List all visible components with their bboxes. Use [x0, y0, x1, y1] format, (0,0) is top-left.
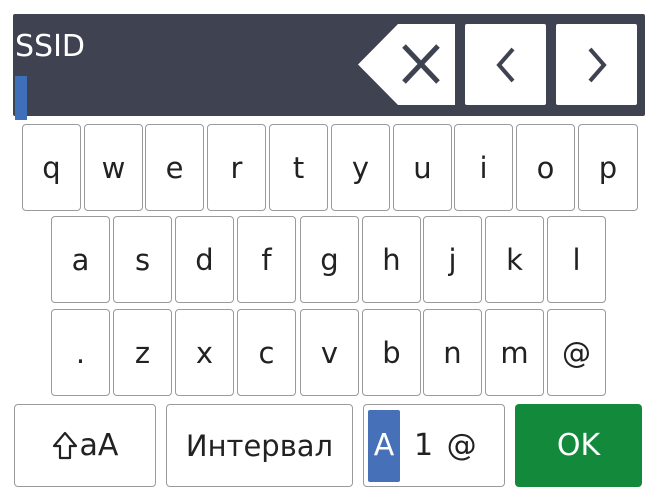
key-period[interactable]: . [51, 309, 110, 396]
key-at[interactable]: @ [547, 309, 606, 396]
key-e[interactable]: e [145, 124, 204, 211]
ok-button[interactable]: OK [515, 404, 642, 487]
key-v[interactable]: v [300, 309, 359, 396]
key-w[interactable]: w [84, 124, 143, 211]
chevron-right-icon [587, 47, 607, 82]
key-i[interactable]: i [454, 124, 513, 211]
text-cursor [15, 76, 27, 120]
key-f[interactable]: f [237, 216, 296, 303]
space-button[interactable]: Интервал [166, 404, 353, 487]
shift-label: aA [79, 428, 119, 463]
key-h[interactable]: h [362, 216, 421, 303]
field-label: SSID [15, 29, 86, 64]
shift-case-button[interactable]: aA [14, 404, 156, 487]
key-y[interactable]: y [331, 124, 390, 211]
backspace-icon [358, 24, 455, 105]
mode-active-indicator: A [368, 409, 400, 482]
backspace-button[interactable] [358, 24, 455, 105]
key-m[interactable]: m [485, 309, 544, 396]
key-c[interactable]: c [237, 309, 296, 396]
input-bar: SSID [13, 14, 645, 120]
key-x[interactable]: x [175, 309, 234, 396]
shift-icon [52, 431, 77, 459]
cursor-left-button[interactable] [465, 24, 546, 105]
key-d[interactable]: d [175, 216, 234, 303]
keyboard-screen: SSID q w e r t y u i o p a s d f g h j k… [0, 0, 648, 490]
key-a[interactable]: a [51, 216, 110, 303]
key-l[interactable]: l [547, 216, 606, 303]
key-r[interactable]: r [207, 124, 266, 211]
cursor-right-button[interactable] [556, 24, 637, 105]
key-b[interactable]: b [362, 309, 421, 396]
key-o[interactable]: o [516, 124, 575, 211]
key-p[interactable]: p [578, 124, 638, 211]
key-j[interactable]: j [423, 216, 482, 303]
key-k[interactable]: k [485, 216, 544, 303]
mode-options-label: 1 @ [414, 428, 479, 463]
key-q[interactable]: q [22, 124, 81, 211]
input-mode-button[interactable]: A 1 @ [363, 404, 505, 487]
key-g[interactable]: g [300, 216, 359, 303]
chevron-left-icon [495, 47, 515, 82]
key-t[interactable]: t [269, 124, 328, 211]
key-z[interactable]: z [113, 309, 172, 396]
key-n[interactable]: n [423, 309, 482, 396]
key-s[interactable]: s [113, 216, 172, 303]
key-u[interactable]: u [393, 124, 452, 211]
